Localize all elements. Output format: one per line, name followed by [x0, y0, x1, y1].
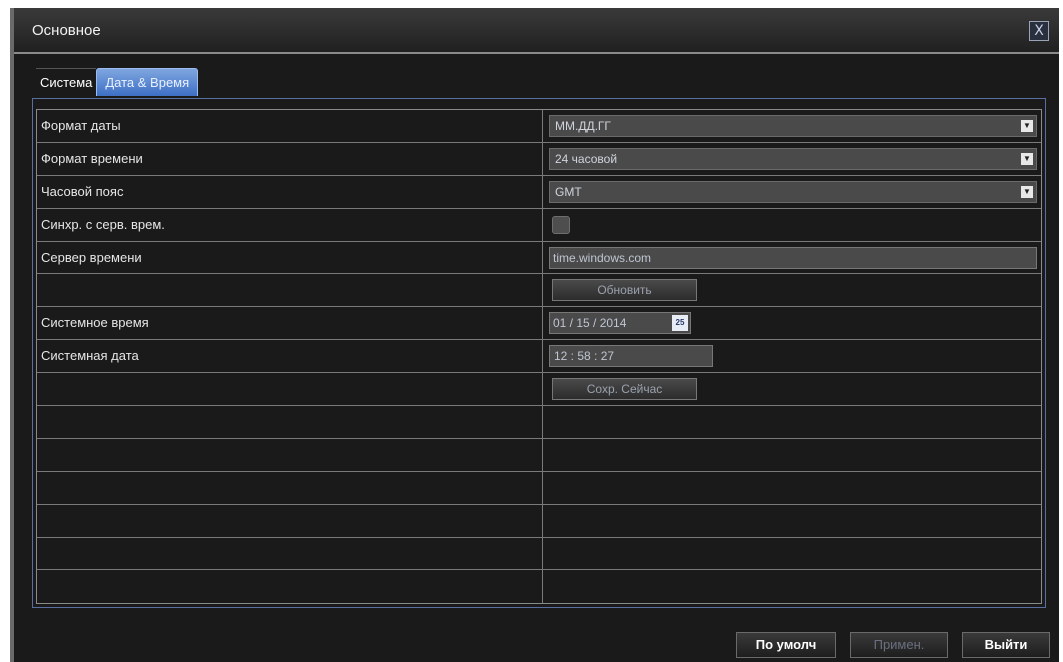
row-date-format: Формат даты ММ.ДД.ГГ ▼ [37, 110, 1041, 143]
time-format-label: Формат времени [37, 142, 543, 175]
empty-row [37, 438, 1041, 472]
empty-row [37, 406, 1041, 439]
calendar-icon[interactable]: 25 [672, 315, 688, 332]
system-time-input[interactable]: 01 / 15 / 2014 25 [549, 312, 691, 335]
window-title: Основное [32, 22, 101, 39]
row-system-date: Системная дата 12 : 58 : 27 [37, 340, 1041, 374]
empty-row [37, 504, 1041, 538]
empty-row [37, 471, 1041, 505]
chevron-down-icon[interactable]: ▼ [1021, 185, 1033, 198]
chevron-down-icon[interactable]: ▼ [1021, 152, 1033, 165]
time-format-value: 24 часовой [555, 151, 618, 166]
settings-grid: Формат даты ММ.ДД.ГГ ▼ Формат времени 24… [36, 109, 1042, 605]
chevron-down-icon[interactable]: ▼ [1021, 120, 1033, 132]
system-date-input[interactable]: 12 : 58 : 27 [549, 345, 713, 368]
time-zone-select[interactable]: GMT ▼ [549, 180, 1037, 203]
time-server-input[interactable]: time.windows.com [549, 246, 1037, 269]
settings-panel: Формат даты ММ.ДД.ГГ ▼ Формат времени 24… [32, 98, 1046, 608]
close-icon: X [1034, 23, 1044, 39]
tab-date-time[interactable]: Дата & Время [96, 68, 199, 96]
row-time-server: Сервер времени time.windows.com [37, 241, 1041, 275]
date-format-select[interactable]: ММ.ДД.ГГ ▼ [549, 115, 1037, 137]
sync-label: Синхр. с серв. врем. [37, 208, 543, 241]
row-system-time: Системное время 01 / 15 / 2014 25 [37, 307, 1041, 341]
tab-bar: Система Дата & Время [36, 68, 199, 96]
time-zone-value: GMT [555, 184, 582, 199]
close-button[interactable]: X [1029, 21, 1049, 41]
settings-window: Основное X Система Дата & Время Формат д… [10, 8, 1059, 662]
time-zone-label: Часовой пояс [37, 175, 543, 208]
system-time-value: 01 / 15 / 2014 [553, 316, 627, 331]
empty-row [37, 537, 1041, 571]
sync-checkbox[interactable] [552, 215, 570, 234]
title-bar: Основное X [14, 8, 1059, 54]
row-time-format: Формат времени 24 часовой ▼ [37, 142, 1041, 176]
exit-button[interactable]: Выйти [962, 632, 1050, 658]
empty-label [37, 373, 543, 406]
system-date-label: Системная дата [37, 340, 543, 373]
row-sync: Синхр. с серв. врем. [37, 208, 1041, 242]
default-button[interactable]: По умолч [736, 632, 836, 658]
system-time-label: Системное время [37, 307, 543, 340]
tab-system[interactable]: Система [36, 68, 97, 96]
row-save-now: Сохр. Сейчас [37, 373, 1041, 407]
apply-button[interactable]: Примен. [850, 632, 948, 658]
save-now-button[interactable]: Сохр. Сейчас [552, 378, 697, 401]
update-button[interactable]: Обновить [552, 279, 697, 302]
empty-label [37, 274, 543, 307]
empty-row [37, 570, 1041, 604]
date-format-value: ММ.ДД.ГГ [555, 119, 611, 133]
row-update: Обновить [37, 274, 1041, 308]
time-server-label: Сервер времени [37, 241, 543, 274]
time-format-select[interactable]: 24 часовой ▼ [549, 147, 1037, 170]
row-time-zone: Часовой пояс GMT ▼ [37, 175, 1041, 209]
date-format-label: Формат даты [37, 110, 543, 142]
footer-bar: По умолч Примен. Выйти [14, 628, 1059, 662]
